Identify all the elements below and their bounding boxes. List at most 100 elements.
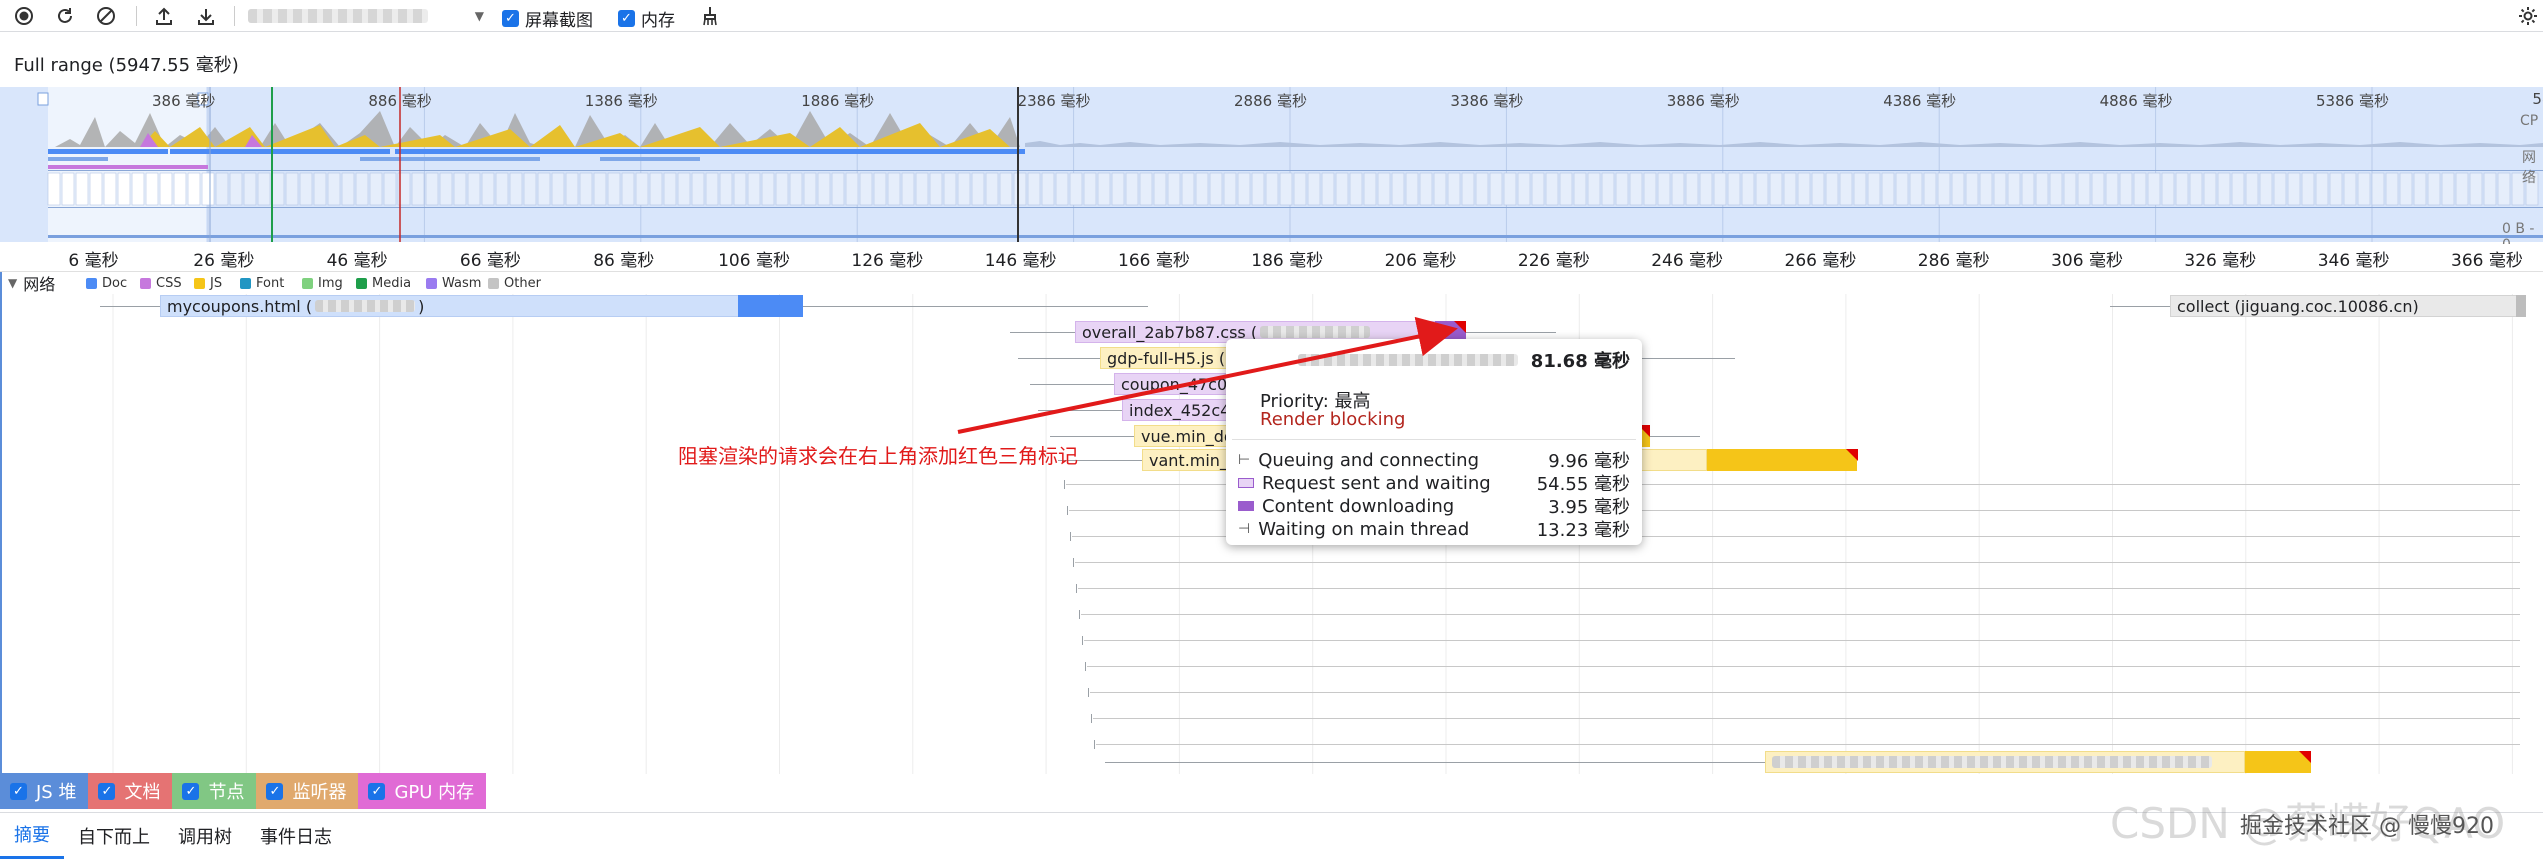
request-row-cap [1091,714,1092,723]
overview-tick: 1886 毫秒 [801,92,875,110]
row-label: Request sent and waiting [1262,472,1491,494]
download-icon[interactable] [192,2,220,30]
ruler-tick: 246 毫秒 [1651,251,1724,271]
net-overview-label: 网络 [2522,150,2536,186]
legend-item: CSS [140,276,182,291]
network-header[interactable]: ▼ 网络 [0,272,55,294]
light-swatch-icon [1238,478,1254,488]
ruler-tick: 286 毫秒 [1917,251,1990,271]
broom-icon[interactable] [696,2,724,30]
check-icon: ✓ [368,782,386,800]
check-icon: ✓ [502,10,519,27]
ruler-tick: 306 毫秒 [2051,251,2123,271]
redacted-text [1772,756,2212,768]
whisker-right-icon: ⊣ [1238,521,1251,537]
request-row-cap [1082,636,1083,645]
target-select[interactable]: ▼ [244,3,484,29]
ruler-tick: 346 毫秒 [2317,251,2390,271]
request-row-line [1084,640,2520,641]
legend-item: Other [488,276,541,291]
memory-checkbox[interactable]: ✓ 内存 [618,6,675,31]
render-blocking-marker [1846,449,1858,461]
tab[interactable]: 事件日志 [246,813,346,859]
ruler-tick: 86 毫秒 [593,251,655,271]
upload-icon[interactable] [150,2,178,30]
request-label: coupon_47c0 [1121,374,1228,394]
tab[interactable]: 摘要 [0,813,64,859]
row-label: Waiting on main thread [1258,518,1470,540]
legend-swatch [426,278,437,289]
legend-label: JS [210,276,223,291]
ruler-tick: 146 毫秒 [984,251,1057,271]
check-icon: ✓ [98,782,116,800]
tooltip-divider [1232,439,1636,440]
request-row-cap [1094,740,1095,749]
overview-tick: 2886 毫秒 [1234,92,1307,110]
overview-tick: 886 毫秒 [368,92,432,110]
legend-swatch [356,278,367,289]
tab[interactable]: 自下而上 [64,813,164,859]
cpu-label: CP [2520,113,2539,129]
request-mycoupons[interactable]: mycoupons.html ( ) [160,295,800,317]
legend-item: JS [194,276,222,291]
clear-icon[interactable] [92,2,120,30]
annotation-text: 阻塞渲染的请求会在右上角添加红色三角标记 [678,444,1078,468]
ruler-tick: 166 毫秒 [1118,251,1190,271]
check-icon: ✓ [182,782,200,800]
ruler-tick: 6 毫秒 [68,251,119,271]
request-js-late[interactable] [1765,751,2245,773]
request-tooltip: 81.68 毫秒 Priority: 最高 Render blocking ⊢ Q… [1226,339,1642,545]
track-label: 监听器 [292,782,347,803]
tab[interactable]: 调用树 [164,813,246,859]
request-label: vant.min_e [1149,450,1238,470]
ruler-tick: 206 毫秒 [1384,251,1457,271]
request-row-line [1096,744,2520,745]
track-label: 文档 [124,782,161,803]
overview-tick: 3886 毫秒 [1666,92,1740,110]
download-segment [2516,295,2526,317]
overview-tick: 5886 [2532,90,2543,108]
request-label: mycoupons.html ( [167,296,313,316]
ruler-tick: 186 毫秒 [1251,251,1324,271]
request-collect[interactable]: collect (jiguang.coc.10086.cn) [2170,295,2520,317]
legend-swatch [240,278,251,289]
track-bar [0,272,2,774]
ruler-tick: 266 毫秒 [1784,251,1857,271]
tooltip-row-main-thread: ⊣ Waiting on main thread 13.23 毫秒 [1238,516,1630,542]
toolbar: ▼ ✓ 屏幕截图 ✓ 内存 [0,0,2543,32]
request-label-end: ) [418,296,425,316]
timeline-overview[interactable]: 386 毫秒 886 毫秒 1386 毫秒 1886 毫秒 2386 毫秒 2886 毫秒… [0,87,2543,253]
request-row-line [1090,692,2520,693]
request-row-cap [1064,480,1065,489]
reload-icon[interactable] [51,2,79,30]
request-label: vue.min_dd [1141,426,1235,446]
track-toggle[interactable]: ✓ 监听器 [256,773,359,809]
track-toggle[interactable]: ✓ 节点 [172,773,257,809]
track-toggle[interactable]: ✓ GPU 内存 [358,773,487,809]
legend-swatch [488,278,499,289]
track-toggle[interactable]: ✓ 文档 [88,773,173,809]
track-toggle[interactable]: ✓ JS 堆 [0,773,89,809]
record-icon[interactable] [10,2,38,30]
legend-label: Doc [102,276,128,291]
screenshots-checkbox[interactable]: ✓ 屏幕截图 [502,6,593,31]
legend-swatch [86,278,97,289]
legend-swatch [140,278,151,289]
check-icon: ✓ [266,782,284,800]
render-blocking-marker [2299,751,2311,763]
toolbar-divider [136,6,137,26]
gear-icon[interactable] [2514,2,2542,30]
overview-tick: 4386 毫秒 [1883,92,1957,110]
ruler-tick: 326 毫秒 [2184,251,2257,271]
legend-item: Media [356,276,411,291]
whisker-left-icon: ⊢ [1238,452,1251,468]
legend-item: Doc [86,276,127,291]
toolbar-divider [234,6,235,26]
redacted-text [1260,326,1371,338]
request-row-line [1081,614,2520,615]
expand-arrow-icon[interactable]: ▼ [8,276,17,290]
ruler-tick: 26 毫秒 [193,251,255,271]
request-row-cap [1067,506,1068,515]
legend-label: Media [372,276,412,291]
request-row-line [1075,562,2520,563]
